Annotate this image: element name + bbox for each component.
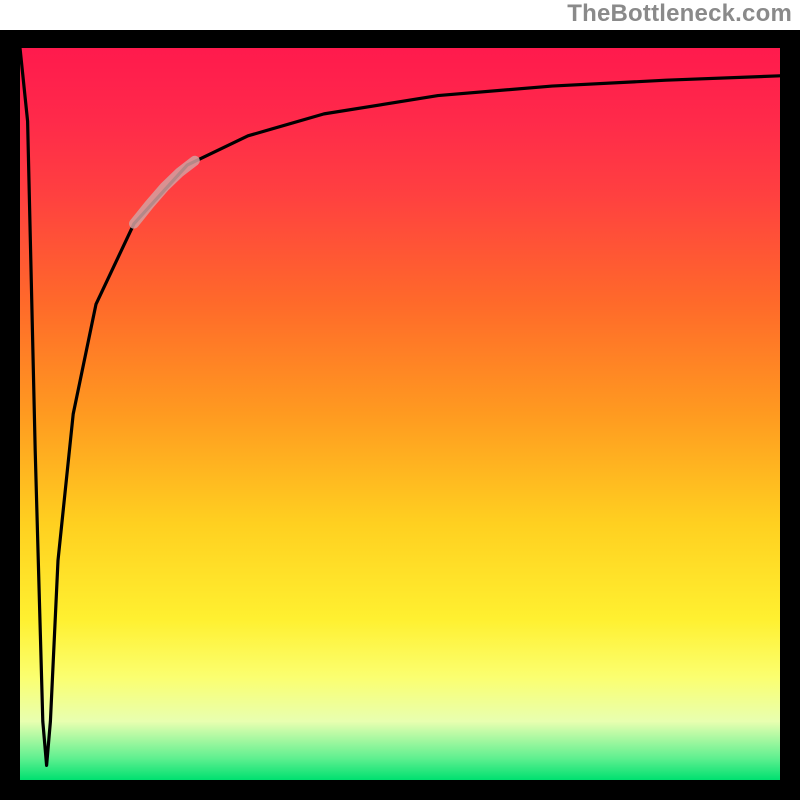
chart-frame <box>0 30 800 800</box>
chart-stage: TheBottleneck.com <box>0 0 800 800</box>
chart-svg <box>20 48 780 780</box>
watermark-text: TheBottleneck.com <box>567 0 792 28</box>
highlight-segment <box>134 161 195 224</box>
bottleneck-curve <box>20 48 780 765</box>
